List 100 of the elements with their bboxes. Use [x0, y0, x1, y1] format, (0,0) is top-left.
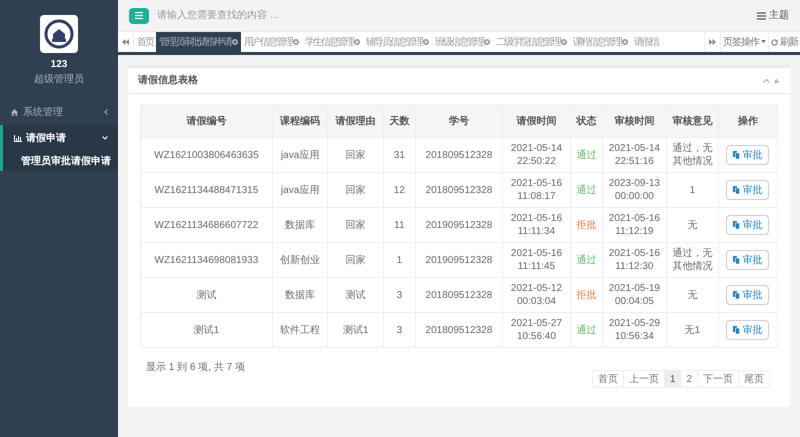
column-header: 请假理由 — [328, 104, 384, 138]
copy-icon — [733, 256, 740, 264]
tab[interactable]: 学生信息管理 — [302, 32, 363, 52]
pagination-link[interactable]: 下一页 — [697, 370, 739, 388]
table-cell: 3 — [383, 278, 416, 312]
tab[interactable]: 管理员审批请假申请 — [156, 32, 241, 52]
tab[interactable]: 请假信 — [631, 32, 661, 52]
approve-button[interactable]: 审批 — [726, 250, 770, 270]
table-cell: WZ1621134488471315 — [140, 172, 272, 208]
pagination-link[interactable]: 首页 — [592, 370, 624, 388]
copy-icon — [733, 151, 740, 159]
table-cell: 通过 — [570, 242, 602, 278]
card-title: 请假信息表格 — [138, 74, 198, 88]
copy-icon — [733, 326, 740, 334]
table-cell: 数据库 — [272, 208, 328, 242]
table-cell: 无1 — [666, 312, 718, 348]
sidebar-item[interactable]: 系统管理 — [0, 99, 118, 125]
table-cell: 2021-05-16 11:08:17 — [502, 172, 570, 208]
theme-icon — [757, 12, 766, 20]
tab[interactable]: 二级学院信息管理 — [493, 32, 570, 52]
double-right-icon — [709, 39, 716, 45]
approve-button[interactable]: 审批 — [726, 215, 770, 235]
pagination-link[interactable]: 上一页 — [622, 370, 665, 388]
wrench-icon[interactable] — [774, 78, 780, 84]
table-cell: 回家 — [328, 172, 384, 208]
table-cell: java应用 — [272, 172, 328, 208]
tab-actions-dropdown[interactable]: 页签操作 — [720, 32, 768, 52]
pagination-link[interactable]: 2 — [680, 370, 698, 388]
column-header: 课程编码 — [272, 104, 328, 138]
table-cell: 通过 — [570, 172, 602, 208]
logo-emblem — [40, 15, 78, 53]
table-cell: 软件工程 — [272, 312, 328, 348]
table-cell: 1 — [383, 242, 416, 278]
table-cell: 回家 — [328, 138, 384, 172]
refresh-icon — [771, 38, 778, 46]
table-cell: 拒批 — [570, 208, 602, 242]
caret-icon — [761, 40, 766, 44]
double-left-icon — [122, 39, 129, 45]
table-cell: 2021-05-19 00:04:05 — [602, 278, 666, 312]
menu-toggle-button[interactable] — [129, 8, 149, 24]
column-header: 审核时间 — [602, 104, 666, 138]
table-cell: 201909512328 — [415, 242, 502, 278]
approve-button[interactable]: 审批 — [726, 180, 770, 200]
approve-button[interactable]: 审批 — [726, 285, 770, 305]
table-cell: 201909512328 — [415, 208, 502, 242]
pagination-link[interactable]: 尾页 — [738, 370, 770, 388]
table-cell: 2021-05-16 11:12:19 — [602, 208, 666, 242]
table-cell: 2021-05-16 11:11:45 — [502, 242, 570, 278]
column-header: 操作 — [718, 104, 778, 138]
sidebar-subitem[interactable]: 管理员审批请假申请 — [3, 151, 118, 171]
table-cell: 2021-05-27 10:56:40 — [502, 312, 570, 348]
column-header: 审核意见 — [666, 104, 718, 138]
collapse-icon[interactable] — [763, 78, 770, 82]
table-cell: 31 — [383, 138, 416, 172]
table-summary: 显示 1 到 6 项, 共 7 项 — [146, 360, 245, 375]
table-cell: 回家 — [328, 242, 384, 278]
tab[interactable]: 课程信息管理 — [570, 32, 631, 52]
close-icon[interactable] — [232, 39, 238, 45]
table-cell: 1 — [666, 172, 718, 208]
sidebar-item[interactable]: 请假申请 — [3, 125, 118, 151]
table-cell: 2021-05-14 22:50:22 — [502, 138, 570, 172]
refresh-button[interactable]: 刷新 — [768, 32, 800, 52]
user-role: 超级管理员 — [34, 72, 84, 87]
table-cell: 拒批 — [570, 278, 602, 312]
table-cell: 3 — [383, 312, 416, 348]
copy-icon — [733, 291, 740, 299]
column-header: 请假编号 — [140, 104, 272, 138]
copy-icon — [733, 186, 740, 194]
table-cell: 测试 — [140, 278, 272, 312]
table-cell: 12 — [383, 172, 416, 208]
table-cell: 创新创业 — [272, 242, 328, 278]
tab[interactable]: 辅导员信息管理 — [363, 32, 432, 52]
column-header: 天数 — [383, 104, 416, 138]
table-cell: WZ1621003806463635 — [140, 138, 272, 172]
tab[interactable]: 班级信息管理 — [432, 32, 493, 52]
table-cell: 通过 — [570, 312, 602, 348]
bar-chart-icon — [14, 134, 22, 142]
table-cell: 2023-09-13 00:00:00 — [602, 172, 666, 208]
table-cell: 201809512328 — [415, 278, 502, 312]
search-field[interactable]: 请输入您需要查找的内容 ... — [157, 8, 757, 23]
theme-link[interactable]: 主题 — [769, 8, 789, 23]
copy-icon — [733, 221, 740, 229]
tab[interactable]: 首页 — [134, 32, 156, 52]
table-cell: 201809512328 — [415, 172, 502, 208]
column-header: 请假时间 — [502, 104, 570, 138]
table-cell: 2021-05-16 11:12:30 — [602, 242, 666, 278]
column-header: 学号 — [415, 104, 502, 138]
table-cell: 无 — [666, 278, 718, 312]
table-cell: 11 — [383, 208, 416, 242]
table-cell: 无 — [666, 208, 718, 242]
approve-button[interactable]: 审批 — [726, 145, 770, 165]
table-cell: 2021-05-16 11:11:34 — [502, 208, 570, 242]
tab[interactable]: 用户信息管理 — [241, 32, 302, 52]
home-icon — [11, 108, 18, 116]
table-cell: 2021-05-14 22:51:16 — [602, 138, 666, 172]
approve-button[interactable]: 审批 — [726, 320, 770, 340]
table-cell: WZ1621134698081933 — [140, 242, 272, 278]
table-cell: java应用 — [272, 138, 328, 172]
table-cell: 测试 — [328, 278, 384, 312]
table-cell: 通过 — [570, 138, 602, 172]
